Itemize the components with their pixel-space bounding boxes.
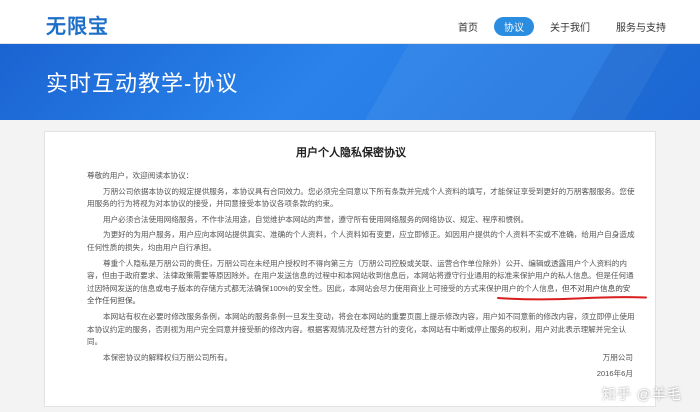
paragraph: 本保密协议的解释权归万朋公司所有。: [103, 352, 233, 362]
main-nav: 首页 协议 关于我们 服务与支持: [442, 17, 676, 36]
agreement-card: 用户个人隐私保密协议 尊敬的用户，欢迎阅读本协议： 万朋公司依据本协议的规定提供…: [44, 131, 656, 407]
paragraph: 用户必须合法使用网络服务，不作非法用途，自觉维护本网站的声誉，遵守所有使用网络服…: [103, 214, 529, 224]
nav-home[interactable]: 首页: [448, 17, 488, 36]
greeting-paragraph: 尊敬的用户，欢迎阅读本协议：: [87, 171, 194, 180]
red-handwritten-underline: [497, 296, 647, 301]
paragraph: 本网站有权在必要时修改服务条例，本网站的服务条例一旦发生变动，将会在本网站的重要…: [87, 311, 635, 347]
watermark: 知乎 @羊毛: [601, 386, 682, 402]
document-body: 尊敬的用户，欢迎阅读本协议： 万朋公司依据本协议的规定提供服务，本协议具有合同效…: [87, 170, 635, 367]
page-banner: 实时互动教学-协议: [0, 44, 700, 120]
document-title: 用户个人隐私保密协议: [296, 147, 406, 159]
site-logo[interactable]: 无限宝: [46, 10, 109, 39]
page-title: 实时互动教学-协议: [46, 71, 239, 96]
nav-service-support[interactable]: 服务与支持: [606, 17, 676, 36]
nav-about-us[interactable]: 关于我们: [540, 17, 600, 36]
paragraph-text: 尊重个人隐私是万朋公司的责任，万朋公司在未经用户授权时不得向第三方（万朋公司控股…: [87, 258, 634, 293]
signature-company: 万朋公司: [602, 353, 633, 362]
paragraph: 为更好的为用户服务，用户应向本网站提供真实、准确的个人资料，个人资料如有变更，应…: [87, 230, 635, 252]
paragraph: 万朋公司依据本协议的规定提供服务，本协议具有合同效力。您必须完全同意以下所有条款…: [87, 186, 635, 209]
top-navigation-bar: 无限宝 首页 协议 关于我们 服务与支持: [0, 0, 700, 44]
nav-agreement[interactable]: 协议: [494, 17, 534, 36]
signature-date: 2016年6月: [596, 369, 633, 378]
